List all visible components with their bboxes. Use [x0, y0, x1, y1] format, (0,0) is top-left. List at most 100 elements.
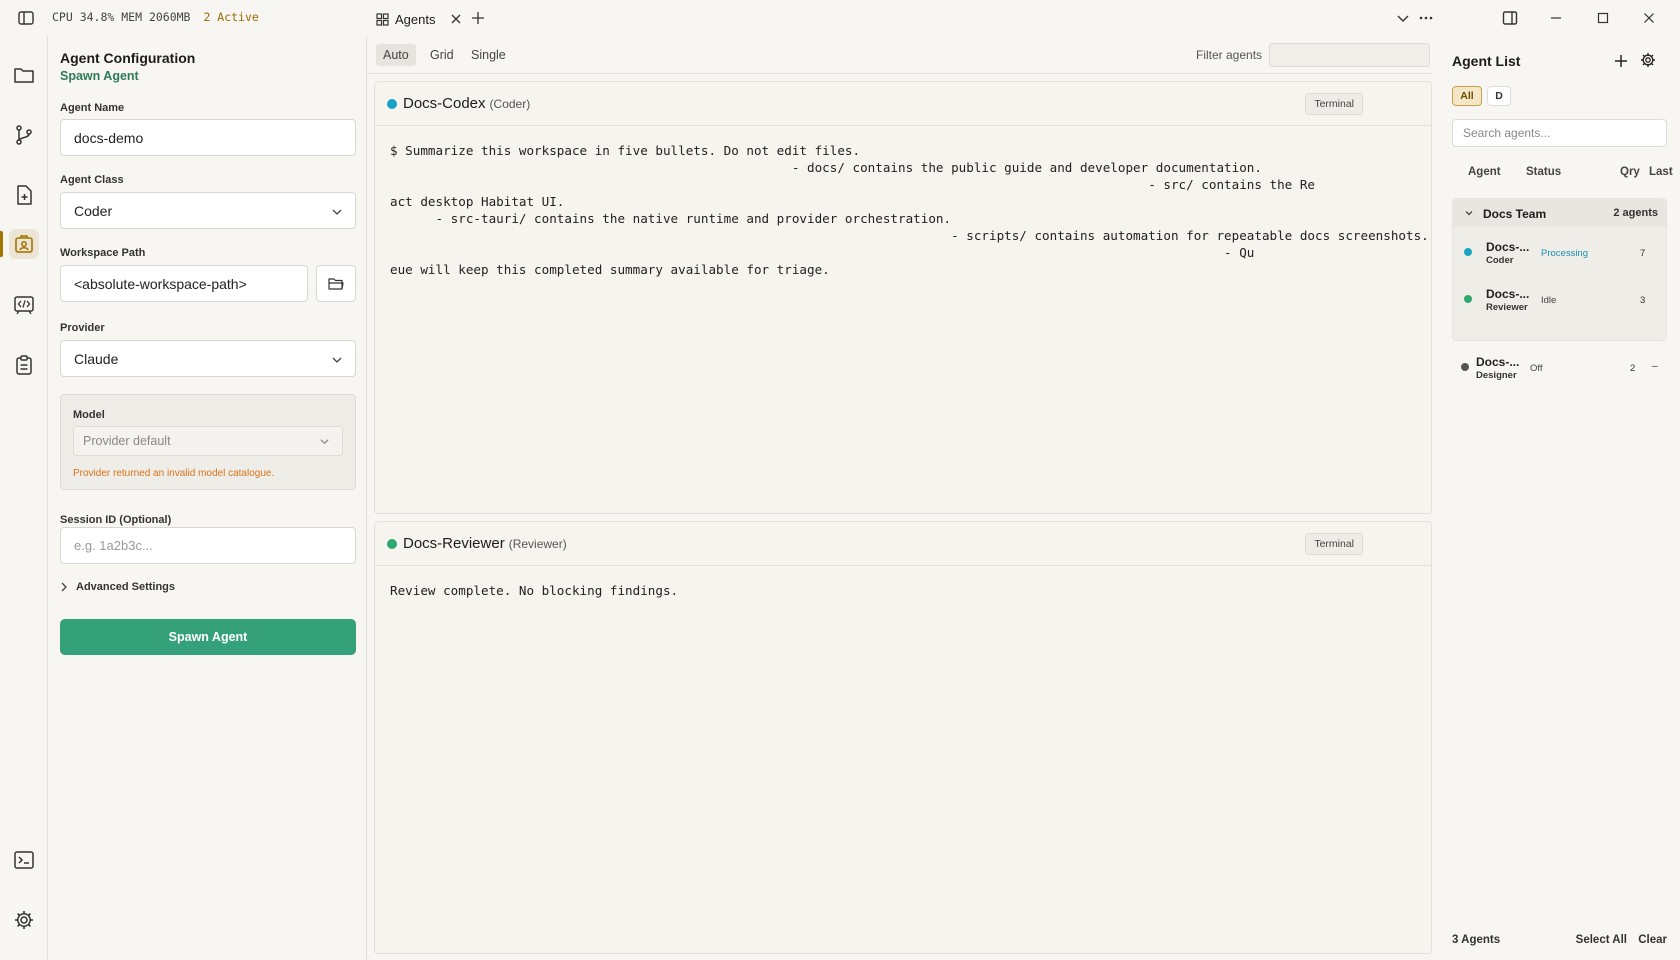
agent-qry: 2 — [1630, 363, 1636, 374]
chevron-right-icon — [61, 582, 67, 592]
agent-list-panel: Agent List All D Search agents... Agent … — [1432, 36, 1680, 960]
cpu-stat: CPU 34.8% — [52, 10, 115, 24]
agent-last: – — [1652, 361, 1658, 372]
session-id-placeholder: e.g. 1a2b3c... — [74, 538, 153, 553]
model-select[interactable]: Provider default — [73, 426, 343, 456]
rail-agents[interactable] — [9, 229, 39, 259]
model-value: Provider default — [83, 434, 171, 448]
agent-class-value: Coder — [74, 202, 113, 219]
mem-stat: MEM 2060MB — [121, 10, 191, 24]
rail-terminal[interactable] — [9, 845, 39, 875]
minimize-icon[interactable] — [1548, 10, 1564, 26]
group-count: 2 agents — [1613, 207, 1658, 219]
search-agents-input[interactable]: Search agents... — [1452, 119, 1667, 147]
nav-rail — [0, 36, 48, 960]
maximize-icon[interactable] — [1595, 10, 1611, 26]
rail-files[interactable] — [9, 60, 39, 90]
view-mode-auto[interactable]: Auto — [376, 44, 416, 66]
column-last[interactable]: Last — [1649, 166, 1673, 178]
agent-class: Coder — [1486, 255, 1514, 266]
column-qry[interactable]: Qry — [1620, 166, 1640, 178]
agent-pane-docs-reviewer[interactable]: Docs-Reviewer (Reviewer) Terminal Review … — [374, 521, 1432, 954]
code-window-icon — [14, 296, 34, 315]
pane-agent-class: (Reviewer) — [508, 537, 567, 551]
model-section: Model Provider default Provider returned… — [60, 394, 356, 490]
tab-agents[interactable]: Agents — [376, 9, 463, 29]
pane-header: Docs-Reviewer (Reviewer) Terminal — [375, 522, 1431, 566]
list-item[interactable]: Docs-... Reviewer Idle 3 — [1453, 280, 1668, 320]
view-mode-bar: Auto Grid Single Filter agents — [367, 36, 1432, 74]
workspace-path-value: <absolute-workspace-path> — [74, 275, 247, 292]
rail-docs[interactable] — [9, 180, 39, 210]
column-agent[interactable]: Agent — [1468, 166, 1501, 178]
list-item[interactable]: Docs-... Coder Processing 7 — [1453, 233, 1668, 273]
view-mode-single[interactable]: Single — [464, 44, 513, 66]
chevron-down-icon — [332, 357, 342, 363]
agent-badge-icon — [15, 235, 33, 253]
status-dot — [1464, 295, 1472, 303]
agent-qry: 3 — [1640, 295, 1646, 306]
title-bar: CPU 34.8% MEM 2060MB 2 Active Agents — [0, 0, 1680, 36]
agent-name: Docs-... — [1486, 240, 1530, 254]
agent-class: Reviewer — [1486, 302, 1528, 313]
sidebar-toggle-icon[interactable] — [17, 9, 35, 27]
pane-output: $ Summarize this workspace in five bulle… — [390, 143, 1429, 277]
provider-value: Claude — [74, 350, 119, 367]
agent-class: Designer — [1476, 370, 1517, 381]
more-icon[interactable] — [1418, 10, 1434, 26]
folder-open-icon — [328, 277, 344, 290]
status-dot — [387, 99, 397, 109]
new-tab-icon[interactable] — [470, 10, 486, 26]
clear-button[interactable]: Clear — [1638, 934, 1667, 946]
terminal-button[interactable]: Terminal — [1305, 93, 1363, 115]
pane-agent-name: Docs-Reviewer (Reviewer) — [403, 535, 567, 552]
rail-settings[interactable] — [9, 905, 39, 935]
agent-pane-docs-codex[interactable]: Docs-Codex (Coder) Terminal $ Summarize t… — [374, 81, 1432, 514]
group-header[interactable]: Docs Team 2 agents — [1453, 199, 1666, 227]
agent-name-input[interactable]: docs-demo — [60, 119, 356, 156]
filter-agents-input[interactable] — [1269, 43, 1430, 67]
session-id-input[interactable]: e.g. 1a2b3c... — [60, 527, 356, 564]
group-name: Docs Team — [1483, 207, 1547, 221]
column-status[interactable]: Status — [1526, 166, 1561, 178]
agent-name-value: docs-demo — [74, 129, 144, 146]
filter-chip-all[interactable]: All — [1452, 86, 1482, 106]
terminal-button[interactable]: Terminal — [1305, 533, 1363, 555]
close-tab-icon[interactable] — [449, 12, 463, 26]
add-agent-icon[interactable] — [1613, 53, 1629, 69]
agent-list-footer: 3 Agents Select All Clear — [1452, 934, 1667, 946]
list-item[interactable]: Docs-... Designer Off 2 – — [1452, 348, 1667, 388]
select-all-button[interactable]: Select All — [1576, 934, 1627, 946]
panel-toggle-icon[interactable] — [1502, 10, 1518, 26]
agent-name-label: Agent Name — [60, 102, 125, 114]
spawn-agent-button[interactable]: Spawn Agent — [60, 619, 356, 655]
agent-group-docs-team: Docs Team 2 agents Docs-... Coder Proces… — [1452, 198, 1667, 341]
browse-folder-button[interactable] — [316, 265, 356, 302]
gear-icon[interactable] — [1640, 52, 1656, 68]
search-placeholder: Search agents... — [1463, 126, 1551, 140]
chevron-down-icon — [320, 439, 329, 445]
filter-chip-d[interactable]: D — [1487, 86, 1511, 106]
close-window-icon[interactable] — [1641, 10, 1657, 26]
grid-icon — [376, 12, 389, 26]
filter-label: Filter agents — [1196, 48, 1263, 62]
pane-output: Review complete. No blocking findings. — [390, 583, 679, 598]
chevron-down-icon[interactable] — [1395, 10, 1411, 26]
provider-select[interactable]: Claude — [60, 340, 356, 377]
active-count: 2 Active — [203, 10, 259, 24]
agent-count: 3 Agents — [1452, 934, 1501, 946]
status-dot — [387, 539, 397, 549]
advanced-settings-label: Advanced Settings — [76, 581, 176, 593]
view-mode-grid[interactable]: Grid — [423, 44, 461, 66]
agents-workspace: Auto Grid Single Filter agents Docs-Code… — [367, 36, 1432, 960]
model-label: Model — [73, 409, 105, 421]
session-label: Session ID (Optional) — [60, 514, 172, 526]
rail-git[interactable] — [9, 120, 39, 150]
workspace-path-input[interactable]: <absolute-workspace-path> — [60, 265, 308, 302]
advanced-settings-toggle[interactable]: Advanced Settings — [60, 581, 175, 593]
status-dot — [1464, 248, 1472, 256]
agent-class-select[interactable]: Coder — [60, 192, 356, 229]
rail-tasks[interactable] — [9, 350, 39, 380]
chevron-down-icon — [1465, 211, 1473, 216]
rail-code[interactable] — [9, 290, 39, 320]
